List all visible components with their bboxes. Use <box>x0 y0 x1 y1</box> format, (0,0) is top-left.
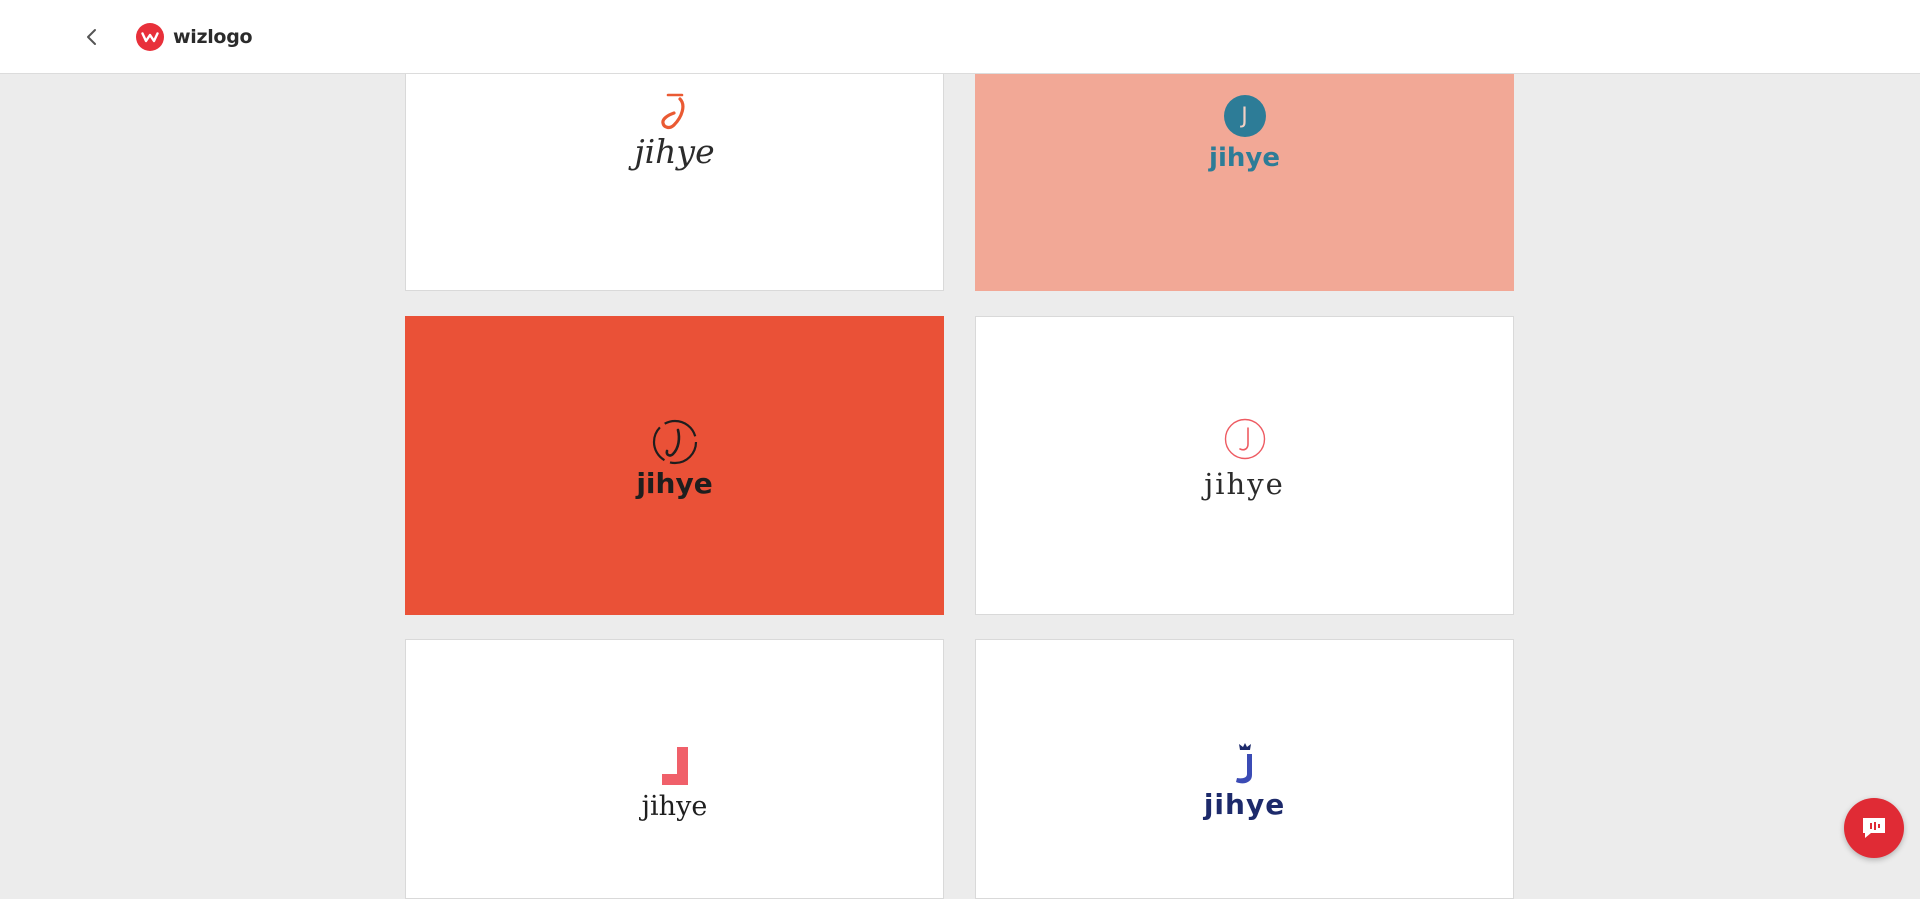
logo-preview: J jihye <box>976 95 1513 171</box>
logo-card-6[interactable]: jihye <box>975 639 1514 899</box>
block-j-icon <box>661 747 688 785</box>
top-header: wizlogo <box>0 0 1920 74</box>
logo-card-4[interactable]: jihye <box>975 316 1514 615</box>
chat-icon <box>1863 818 1885 838</box>
chat-button[interactable] <box>1844 798 1904 858</box>
ring-monogram-icon <box>652 419 697 465</box>
logo-wordmark: jihye <box>636 467 713 500</box>
logo-wordmark: jihye <box>634 132 715 171</box>
logo-wordmark: jihye <box>1204 467 1285 501</box>
logo-card-5[interactable]: jihye <box>405 639 944 899</box>
logo-wordmark: jihye <box>1209 143 1280 173</box>
logo-wordmark: jihye <box>641 791 708 822</box>
monogram-letter: J <box>1241 103 1248 129</box>
brand-name: wizlogo <box>173 26 253 48</box>
logo-wordmark: jihye <box>1203 788 1286 821</box>
logo-preview: jihye <box>406 418 943 498</box>
logo-preview: jihye <box>406 91 943 168</box>
script-j-icon <box>660 93 684 130</box>
wizlogo-mark-icon <box>136 23 164 51</box>
logo-preview: jihye <box>976 418 1513 499</box>
brand-logo[interactable]: wizlogo <box>136 22 253 52</box>
logo-preview: jihye <box>406 745 943 820</box>
crown-j-icon <box>1235 743 1252 784</box>
back-button[interactable] <box>80 25 104 49</box>
logo-preview: jihye <box>976 741 1513 819</box>
logo-card-3[interactable]: jihye <box>405 316 944 615</box>
chevron-left-icon <box>87 29 96 45</box>
outline-circle-monogram-icon <box>1224 418 1265 460</box>
circle-monogram-icon: J <box>1223 95 1266 137</box>
